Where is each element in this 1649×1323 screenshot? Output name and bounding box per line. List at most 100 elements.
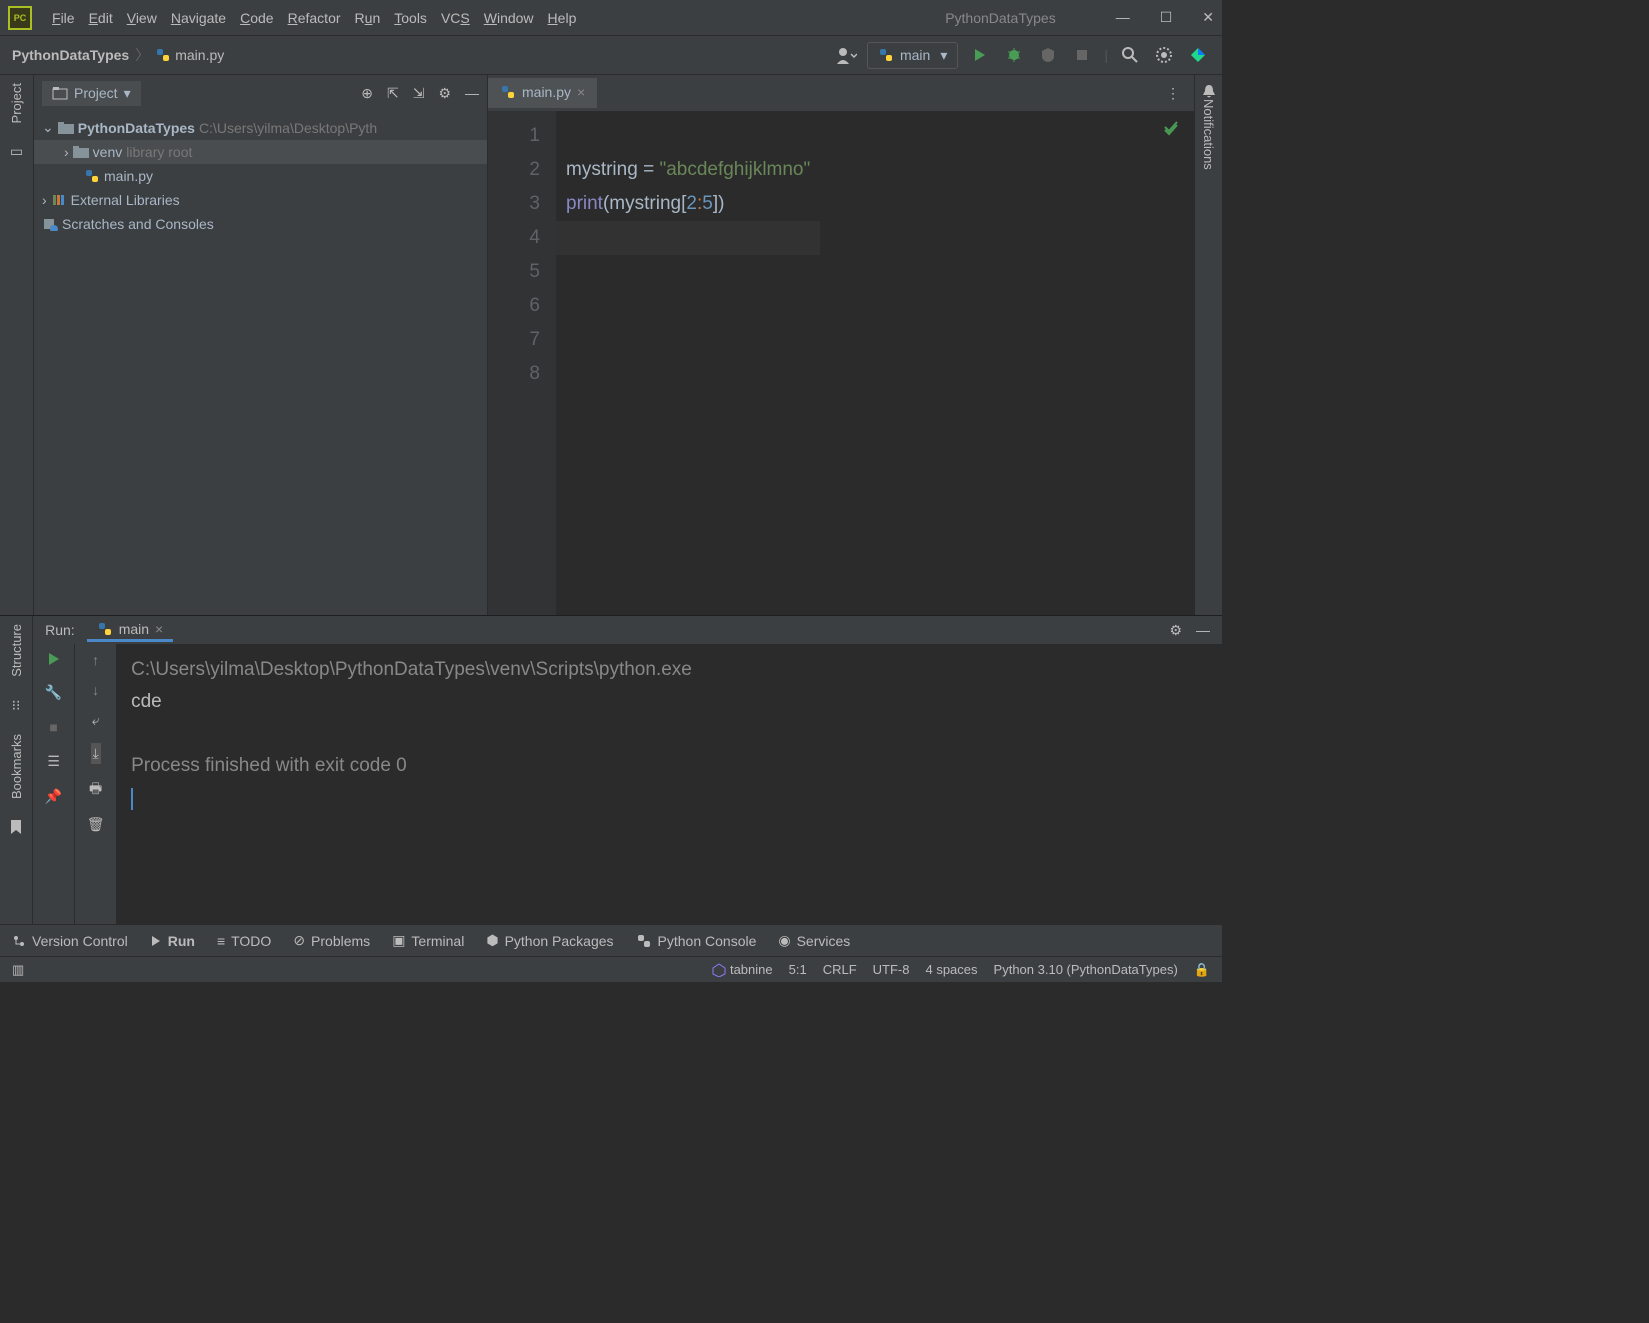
cursor-position[interactable]: 5:1 (789, 962, 807, 977)
settings-button[interactable] (1152, 43, 1176, 67)
scroll-end-icon[interactable]: ⤓ (91, 743, 101, 764)
python-packages-button[interactable]: ⬢ Python Packages (486, 932, 613, 949)
bookmarks-tool-button[interactable]: Bookmarks (9, 734, 24, 799)
trash-icon[interactable]: 🗑 (87, 816, 105, 833)
run-configuration-selector[interactable]: main ▾ (867, 42, 958, 69)
down-icon[interactable]: ↓ (92, 682, 99, 698)
hide-run-icon[interactable]: — (1196, 622, 1210, 639)
todo-label: TODO (231, 933, 271, 949)
close-button[interactable]: ✕ (1202, 9, 1214, 26)
encoding[interactable]: UTF-8 (873, 962, 910, 977)
coverage-button[interactable] (1036, 43, 1060, 67)
python-console-button[interactable]: Python Console (636, 933, 757, 949)
services-button[interactable]: ◉ Services (778, 932, 850, 949)
breadcrumb-file[interactable]: main.py (155, 47, 224, 63)
tree-scratches[interactable]: Scratches and Consoles (34, 212, 487, 236)
interpreter[interactable]: Python 3.10 (PythonDataTypes) (994, 962, 1178, 977)
todo-button[interactable]: ≡ TODO (217, 933, 271, 949)
problems-button[interactable]: ⊘ Problems (293, 932, 370, 949)
indent[interactable]: 4 spaces (925, 962, 977, 977)
quick-access-icon[interactable]: ▥ (12, 962, 24, 978)
project-panel-tools: ⊕ ⇱ ⇲ ⚙ — (361, 85, 479, 102)
window-controls: — ☐ ✕ (1116, 9, 1214, 26)
pin-icon[interactable]: 📌 (45, 788, 62, 805)
menu-tools[interactable]: Tools (394, 10, 427, 26)
console-line: cde (131, 686, 1208, 718)
wrench-icon[interactable]: 🔧 (45, 684, 62, 701)
lock-icon[interactable]: 🔒 (1194, 962, 1210, 978)
tree-root-label: PythonDataTypes (78, 120, 195, 136)
folder-icon[interactable]: ▭ (10, 143, 23, 160)
project-tool-button[interactable]: Project (9, 83, 24, 123)
tabnine-widget[interactable]: tabnine (712, 962, 773, 977)
bookmark-icon[interactable] (9, 819, 23, 835)
search-button[interactable] (1118, 43, 1142, 67)
stop-button[interactable] (1070, 43, 1094, 67)
tree-main-file[interactable]: main.py (34, 164, 487, 188)
run-tools-primary: 🔧 ■ ☰ 📌 (33, 644, 75, 924)
menu-vcs[interactable]: VCS (441, 10, 470, 26)
tree-venv[interactable]: › venv library root (34, 140, 487, 164)
tree-external-libs[interactable]: › External Libraries (34, 188, 487, 212)
menu-code[interactable]: Code (240, 10, 273, 26)
breadcrumb-project-label: PythonDataTypes (12, 47, 129, 63)
line-number: 2 (488, 153, 540, 187)
menu-navigate[interactable]: Navigate (171, 10, 226, 26)
tree-venv-label: venv (93, 144, 123, 160)
hide-panel-icon[interactable]: — (465, 85, 479, 102)
menu-edit[interactable]: Edit (89, 10, 113, 26)
project-panel-tab[interactable]: Project ▾ (42, 81, 141, 106)
console-output[interactable]: C:\Users\yilma\Desktop\PythonDataTypes\v… (117, 644, 1222, 924)
menu-window[interactable]: Window (484, 10, 534, 26)
run-tool-button[interactable]: Run (150, 933, 195, 949)
rerun-button[interactable] (47, 652, 61, 666)
expand-icon[interactable]: ⇱ (387, 85, 399, 102)
run-button[interactable] (968, 43, 992, 67)
minimize-button[interactable]: — (1116, 9, 1130, 26)
stop-button-2[interactable]: ■ (49, 719, 57, 735)
code-editor[interactable]: 1 2 3 4 5 6 7 8 mystring = "abcdefghijkl… (488, 111, 1194, 615)
close-tab-icon[interactable]: × (577, 84, 585, 100)
menu-file[interactable]: File (52, 10, 75, 26)
tree-project-root[interactable]: ⌄ PythonDataTypes C:\Users\yilma\Desktop… (34, 115, 487, 140)
python-console-label: Python Console (658, 933, 757, 949)
locate-icon[interactable]: ⊕ (361, 85, 373, 102)
notifications-button[interactable]: Notifications (1201, 99, 1216, 170)
run-tools-secondary: ↑ ↓ ⤶ ⤓ 🖶 🗑 (75, 644, 117, 924)
menu-help[interactable]: Help (548, 10, 577, 26)
collapse-icon[interactable]: ⇲ (413, 85, 425, 102)
vcs-icon (12, 934, 26, 948)
line-ending[interactable]: CRLF (823, 962, 857, 977)
menu-refactor[interactable]: Refactor (288, 10, 341, 26)
structure-tool-button[interactable]: Structure (9, 624, 24, 677)
terminal-button[interactable]: ▣ Terminal (392, 932, 464, 949)
menu-run[interactable]: Run (355, 10, 381, 26)
soft-wrap-icon[interactable]: ⤶ (92, 712, 100, 729)
status-bar: ▥ tabnine 5:1 CRLF UTF-8 4 spaces Python… (0, 956, 1222, 982)
jetbrains-icon[interactable] (1186, 43, 1210, 67)
vcs-label: Version Control (32, 933, 128, 949)
close-tab-icon[interactable]: × (155, 621, 163, 637)
user-icon[interactable] (835, 46, 857, 64)
version-control-button[interactable]: Version Control (12, 933, 128, 949)
up-icon[interactable]: ↑ (92, 652, 99, 668)
menu-view[interactable]: View (127, 10, 157, 26)
packages-label: Python Packages (505, 933, 614, 949)
breadcrumb-project[interactable]: PythonDataTypes (12, 47, 129, 63)
editor-more-icon[interactable]: ⋮ (1166, 85, 1180, 102)
panel-settings-icon[interactable]: ⚙ (438, 85, 451, 102)
run-settings-icon[interactable]: ⚙ (1169, 622, 1182, 639)
bottom-tool-bar: Version Control Run ≡ TODO ⊘ Problems ▣ … (0, 924, 1222, 956)
print-icon[interactable]: 🖶 (89, 778, 102, 802)
layout-icon[interactable]: ☰ (47, 753, 60, 770)
inspection-status-icon[interactable] (1162, 121, 1180, 139)
maximize-button[interactable]: ☐ (1160, 9, 1173, 26)
notifications-bell-icon[interactable] (1201, 83, 1217, 99)
debug-button[interactable] (1002, 43, 1026, 67)
line-gutter: 1 2 3 4 5 6 7 8 (488, 111, 556, 615)
editor-tab-main[interactable]: main.py × (488, 78, 597, 108)
run-tab-main[interactable]: main × (87, 619, 174, 642)
packages-icon: ⬢ (486, 932, 498, 949)
nav-toolbar: main ▾ | (835, 42, 1210, 69)
structure-icon[interactable]: ⁝⁝ (12, 697, 21, 714)
